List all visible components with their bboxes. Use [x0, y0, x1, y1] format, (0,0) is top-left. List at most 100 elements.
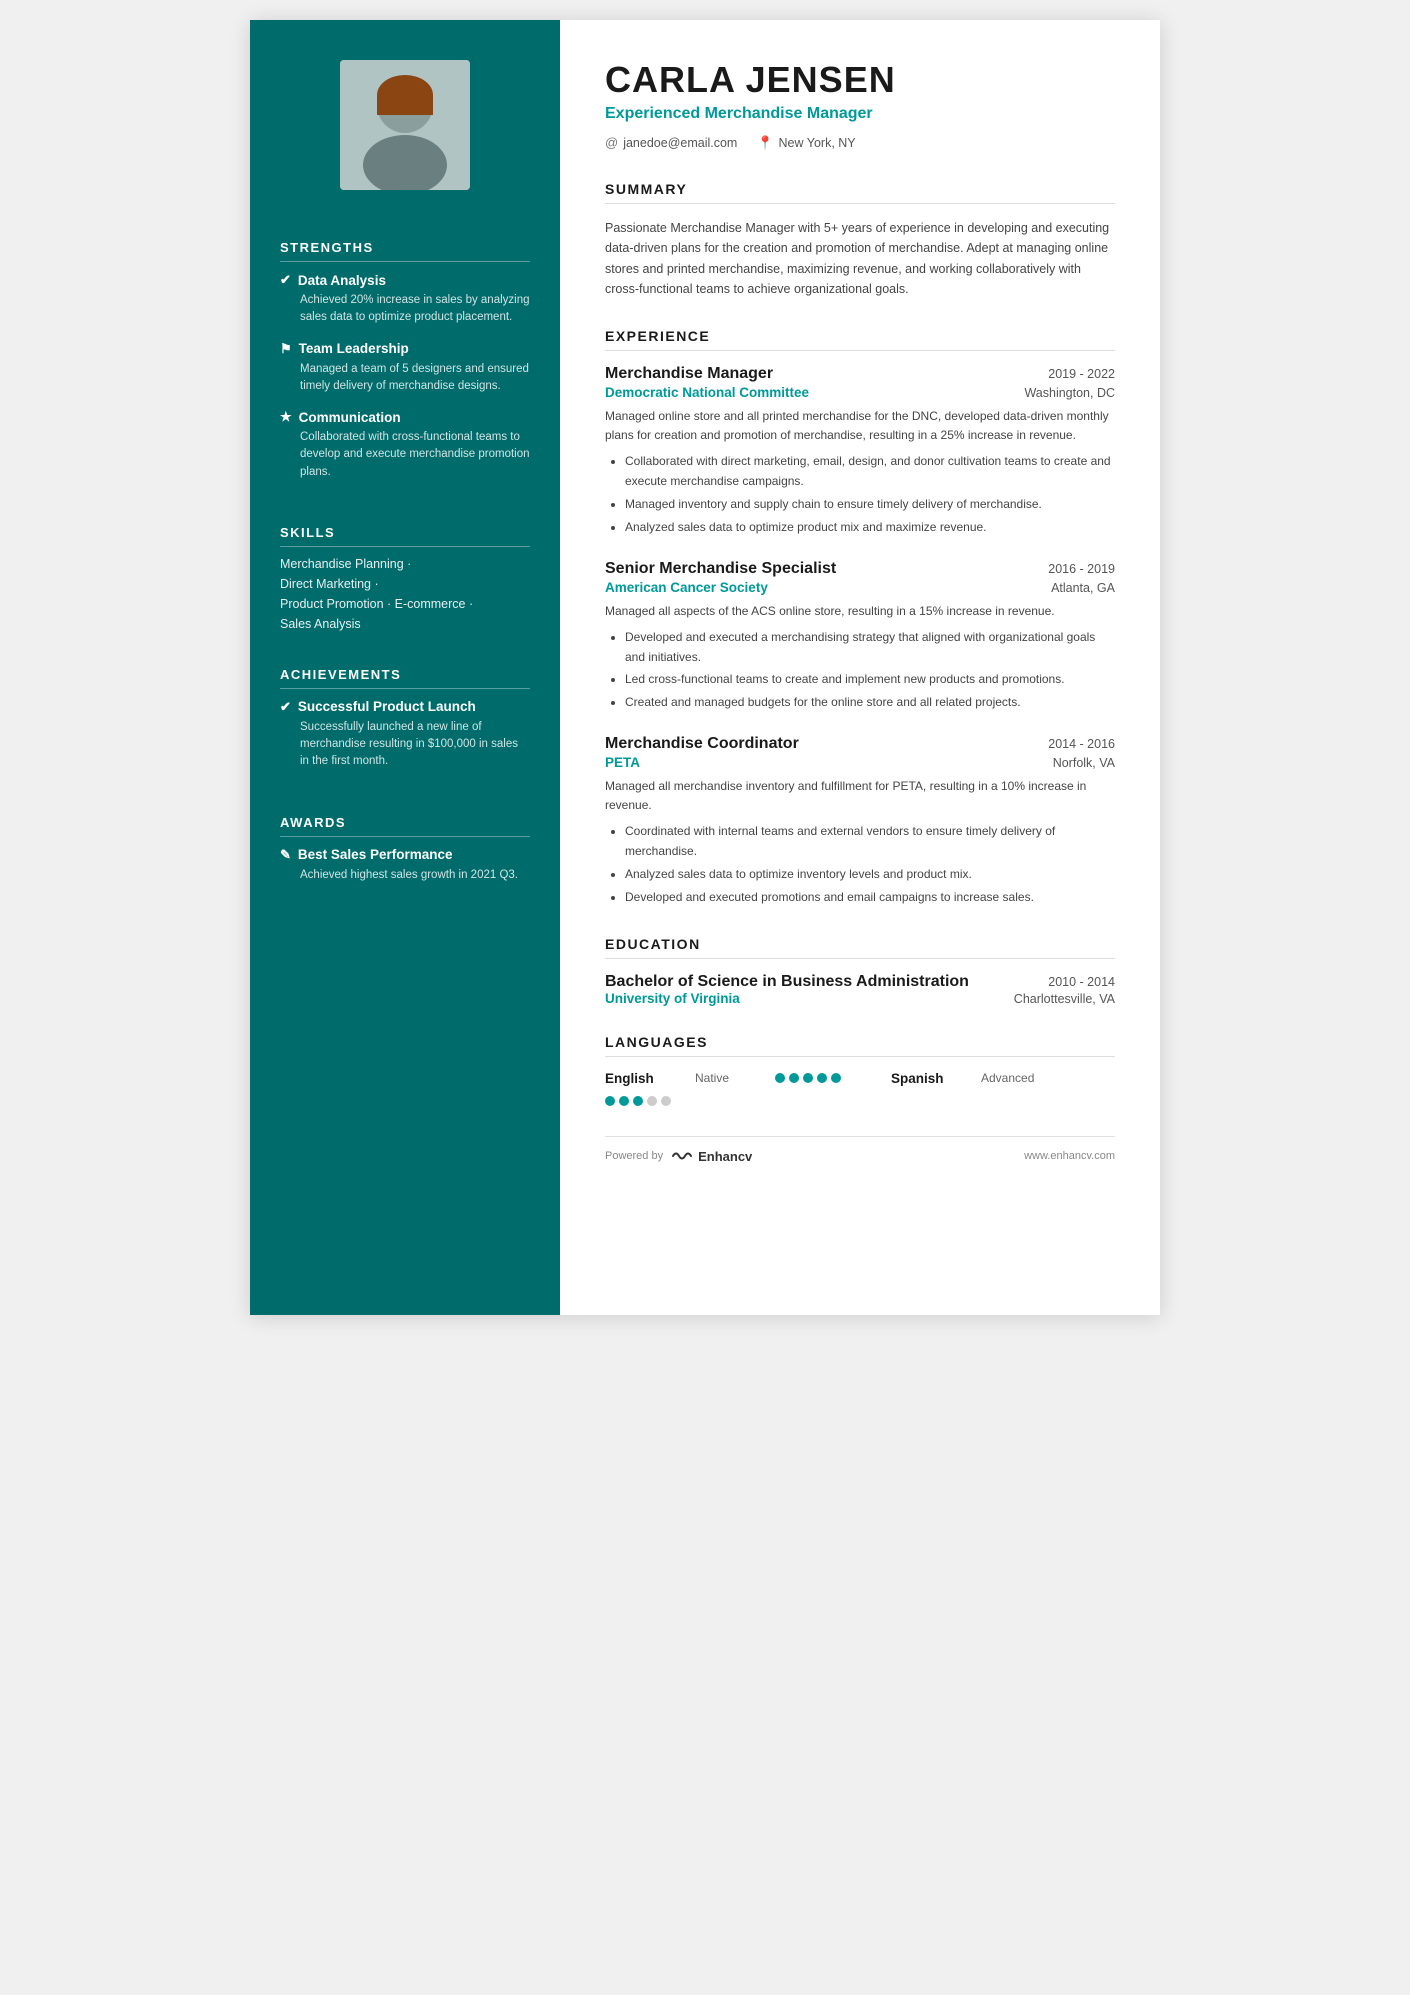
dot-2: [789, 1073, 799, 1083]
exp-job-1: Merchandise Manager 2019 - 2022 Democrat…: [605, 365, 1115, 538]
awards-section: AWARDS ✎ Best Sales Performance Achieved…: [250, 795, 560, 908]
strength-team-leadership: ⚑ Team Leadership Managed a team of 5 de…: [280, 341, 530, 396]
bullet: Coordinated with internal teams and exte…: [625, 822, 1115, 862]
strength-name: Team Leadership: [299, 341, 409, 356]
lang-name-english: English: [605, 1071, 685, 1086]
exp-location-2: Atlanta, GA: [1051, 581, 1115, 595]
dot-1: [605, 1096, 615, 1106]
languages-section: LANGUAGES English Native Spanish Advance…: [605, 1034, 1115, 1106]
strength-desc: Managed a team of 5 designers and ensure…: [280, 361, 530, 396]
sidebar: STRENGTHS ✔ Data Analysis Achieved 20% i…: [250, 20, 560, 1315]
summary-section: SUMMARY Passionate Merchandise Manager w…: [605, 181, 1115, 301]
dot-5: [831, 1073, 841, 1083]
flag-icon: ⚑: [280, 341, 292, 357]
achievements-section: ACHIEVEMENTS ✔ Successful Product Launch…: [250, 647, 560, 795]
exp-dates-1: 2019 - 2022: [1048, 367, 1115, 381]
exp-dates-2: 2016 - 2019: [1048, 562, 1115, 576]
achievement-product-launch: ✔ Successful Product Launch Successfully…: [280, 699, 530, 771]
dot-5: [661, 1096, 671, 1106]
dot-4: [647, 1096, 657, 1106]
dot-2: [619, 1096, 629, 1106]
exp-role-3: Merchandise Coordinator: [605, 735, 799, 753]
skills-title: SKILLS: [280, 525, 530, 547]
resume-container: STRENGTHS ✔ Data Analysis Achieved 20% i…: [250, 20, 1160, 1315]
brand-name: Enhancv: [698, 1149, 752, 1164]
summary-label: SUMMARY: [605, 181, 1115, 204]
exp-company-3: PETA: [605, 755, 640, 770]
exp-bullets-3: Coordinated with internal teams and exte…: [605, 822, 1115, 907]
dot-4: [817, 1073, 827, 1083]
exp-job-2: Senior Merchandise Specialist 2016 - 201…: [605, 560, 1115, 713]
edu-item-1: Bachelor of Science in Business Administ…: [605, 973, 1115, 1006]
email-contact: @ janedoe@email.com: [605, 135, 737, 150]
awards-title: AWARDS: [280, 815, 530, 837]
lang-dots-spanish: [605, 1096, 671, 1106]
education-label: EDUCATION: [605, 936, 1115, 959]
edu-dates: 2010 - 2014: [1048, 975, 1115, 989]
strengths-title: STRENGTHS: [280, 240, 530, 262]
bullet: Developed and executed a merchandising s…: [625, 628, 1115, 668]
strength-desc: Collaborated with cross-functional teams…: [280, 429, 530, 481]
footer-website: www.enhancv.com: [1024, 1150, 1115, 1162]
edu-school: University of Virginia: [605, 991, 740, 1006]
lang-level-english: Native: [695, 1071, 765, 1085]
bullet: Developed and executed promotions and em…: [625, 888, 1115, 908]
edu-location: Charlottesville, VA: [1014, 992, 1115, 1006]
strength-name: Communication: [299, 410, 401, 425]
experience-section: EXPERIENCE Merchandise Manager 2019 - 20…: [605, 328, 1115, 908]
summary-text: Passionate Merchandise Manager with 5+ y…: [605, 218, 1115, 301]
location-value: New York, NY: [779, 136, 856, 150]
dot-1: [775, 1073, 785, 1083]
language-english: English Native Spanish Advanced: [605, 1071, 1115, 1106]
strength-data-analysis: ✔ Data Analysis Achieved 20% increase in…: [280, 272, 530, 327]
skill-item: Direct Marketing ·: [280, 577, 530, 591]
exp-desc-1: Managed online store and all printed mer…: [605, 407, 1115, 445]
award-desc: Achieved highest sales growth in 2021 Q3…: [280, 867, 530, 884]
candidate-name: CARLA JENSEN: [605, 60, 1115, 100]
profile-photo: [340, 60, 470, 190]
bullet: Led cross-functional teams to create and…: [625, 670, 1115, 690]
exp-role-1: Merchandise Manager: [605, 365, 773, 383]
bullet: Analyzed sales data to optimize product …: [625, 518, 1115, 538]
exp-location-1: Washington, DC: [1024, 386, 1115, 400]
checkmark-icon: ✔: [280, 699, 291, 715]
candidate-title: Experienced Merchandise Manager: [605, 105, 1115, 123]
skill-item: Sales Analysis: [280, 617, 530, 631]
bullet: Analyzed sales data to optimize inventor…: [625, 865, 1115, 885]
sidebar-footer: [250, 908, 560, 1275]
checkmark-icon: ✔: [280, 272, 291, 288]
enhancv-logo: Enhancv: [671, 1149, 752, 1164]
photo-section: [250, 20, 560, 220]
edu-degree: Bachelor of Science in Business Administ…: [605, 973, 969, 991]
pencil-icon: ✎: [280, 847, 291, 863]
lang-dots-english: [775, 1073, 841, 1083]
powered-by-text: Powered by: [605, 1150, 663, 1162]
bullet: Collaborated with direct marketing, emai…: [625, 452, 1115, 492]
exp-bullets-1: Collaborated with direct marketing, emai…: [605, 452, 1115, 537]
languages-label: LANGUAGES: [605, 1034, 1115, 1057]
location-icon: 📍: [757, 135, 773, 151]
dot-3: [803, 1073, 813, 1083]
strength-name: Data Analysis: [298, 273, 386, 288]
achievements-title: ACHIEVEMENTS: [280, 667, 530, 689]
email-value: janedoe@email.com: [623, 136, 737, 150]
exp-company-2: American Cancer Society: [605, 580, 768, 595]
bullet: Managed inventory and supply chain to en…: [625, 495, 1115, 515]
lang-level-spanish: Advanced: [981, 1071, 1051, 1085]
exp-location-3: Norfolk, VA: [1053, 756, 1115, 770]
dot-3: [633, 1096, 643, 1106]
strength-desc: Achieved 20% increase in sales by analyz…: [280, 292, 530, 327]
star-icon: ★: [280, 409, 292, 425]
experience-label: EXPERIENCE: [605, 328, 1115, 351]
location-contact: 📍 New York, NY: [757, 135, 855, 151]
award-best-sales: ✎ Best Sales Performance Achieved highes…: [280, 847, 530, 884]
skills-section: SKILLS Merchandise Planning · Direct Mar…: [250, 505, 560, 647]
bullet: Created and managed budgets for the onli…: [625, 693, 1115, 713]
achievement-name: Successful Product Launch: [298, 699, 476, 714]
strength-communication: ★ Communication Collaborated with cross-…: [280, 409, 530, 481]
contact-bar: @ janedoe@email.com 📍 New York, NY: [605, 135, 1115, 151]
exp-role-2: Senior Merchandise Specialist: [605, 560, 836, 578]
exp-job-3: Merchandise Coordinator 2014 - 2016 PETA…: [605, 735, 1115, 908]
lang-name-spanish: Spanish: [891, 1071, 971, 1086]
skill-item: Product Promotion · E-commerce ·: [280, 597, 530, 611]
